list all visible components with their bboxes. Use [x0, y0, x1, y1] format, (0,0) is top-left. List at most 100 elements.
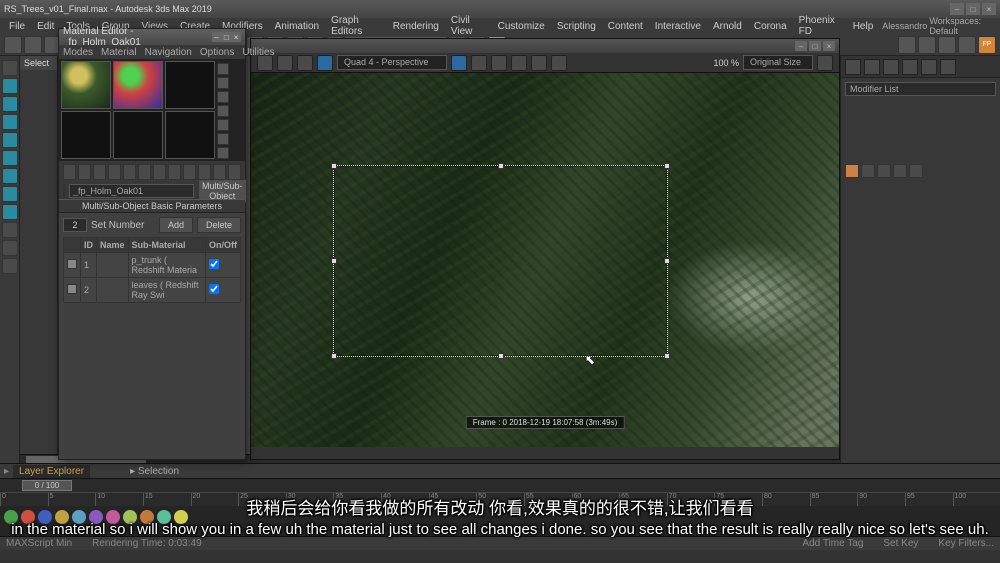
user-name[interactable]: Alessandro: [882, 21, 927, 31]
mono-icon[interactable]: [531, 55, 547, 71]
menu-graph-editors[interactable]: Graph Editors: [326, 14, 386, 38]
utilities-tab[interactable]: [940, 59, 956, 75]
material-editor-titlebar[interactable]: Material Editor - _fp_Holm_Oak01 – □ ×: [59, 29, 245, 45]
rw-minimize-button[interactable]: –: [795, 41, 807, 51]
selection-label[interactable]: Selection: [138, 466, 179, 477]
menu-interactive[interactable]: Interactive: [650, 20, 706, 33]
material-slot-2[interactable]: [113, 61, 163, 109]
me-minimize-button[interactable]: –: [212, 32, 222, 42]
onoff-checkbox[interactable]: [209, 259, 219, 269]
viewport-nav1[interactable]: [918, 36, 936, 54]
material-name-input[interactable]: [69, 184, 194, 198]
render-icon[interactable]: [471, 55, 487, 71]
tool-icon-12[interactable]: [2, 258, 18, 274]
me-menu-options[interactable]: Options: [200, 47, 234, 58]
table-row[interactable]: 1 p_trunk ( Redshift Materia: [64, 253, 241, 278]
col-name[interactable]: Name: [97, 238, 129, 253]
set-key-button[interactable]: Set Key: [883, 538, 918, 549]
material-id-icon[interactable]: [168, 164, 181, 180]
motion-tab[interactable]: [902, 59, 918, 75]
time-slider-thumb[interactable]: 0 / 100: [22, 480, 72, 491]
lock-view-icon[interactable]: [451, 55, 467, 71]
swatch-icon[interactable]: [67, 284, 77, 294]
menu-phoenixfd[interactable]: Phoenix FD: [794, 14, 846, 38]
undo-button[interactable]: [4, 36, 22, 54]
tool-icon-9[interactable]: [2, 204, 18, 220]
me-menu-material[interactable]: Material: [101, 47, 137, 58]
rgba-icon[interactable]: [491, 55, 507, 71]
show-end-result-icon[interactable]: [861, 164, 875, 178]
region-render-icon[interactable]: [317, 55, 333, 71]
tool-icon-8[interactable]: [2, 186, 18, 202]
backlight-icon[interactable]: [217, 77, 229, 89]
minimize-button[interactable]: –: [950, 3, 964, 15]
show-end-result-icon[interactable]: [198, 164, 211, 180]
clone-window-icon[interactable]: [297, 55, 313, 71]
assign-to-selection-icon[interactable]: [93, 164, 106, 180]
display-panel-icon[interactable]: [2, 132, 18, 148]
menu-animation[interactable]: Animation: [270, 20, 324, 33]
onoff-checkbox[interactable]: [209, 284, 219, 294]
rw-maximize-button[interactable]: □: [809, 41, 821, 51]
key-filters-button[interactable]: Key Filters...: [938, 538, 994, 549]
display-tab[interactable]: [921, 59, 937, 75]
me-menu-modes[interactable]: Modes: [63, 47, 93, 58]
tool-icon-11[interactable]: [2, 240, 18, 256]
menu-civil-view[interactable]: Civil View: [446, 14, 491, 38]
size-mode-dropdown[interactable]: Original Size: [743, 55, 813, 70]
menu-arnold[interactable]: Arnold: [708, 20, 747, 33]
create-tab[interactable]: [845, 59, 861, 75]
make-unique-icon[interactable]: [877, 164, 891, 178]
tool-icon-7[interactable]: [2, 168, 18, 184]
zoom-value[interactable]: 100 %: [713, 58, 739, 68]
create-panel-icon[interactable]: [2, 60, 18, 76]
workspace-dropdown[interactable]: Workspaces: Default: [929, 16, 996, 36]
menu-scripting[interactable]: Scripting: [552, 20, 601, 33]
pick-material-icon[interactable]: [63, 183, 65, 199]
viewport-dropdown[interactable]: Quad 4 - Perspective: [337, 55, 447, 70]
material-slot-4[interactable]: [61, 111, 111, 159]
sample-type-icon[interactable]: [217, 63, 229, 75]
render-frame-window[interactable]: – □ × Quad 4 - Perspective 100 % Origina…: [250, 38, 840, 460]
modify-tab[interactable]: [864, 59, 880, 75]
clear-icon[interactable]: [551, 55, 567, 71]
tool-icon-10[interactable]: [2, 222, 18, 238]
show-map-icon[interactable]: [183, 164, 196, 180]
viewport-layout-button[interactable]: [898, 36, 916, 54]
go-parent-icon[interactable]: [213, 164, 226, 180]
remove-modifier-icon[interactable]: [893, 164, 907, 178]
swatch-icon[interactable]: [67, 259, 77, 269]
make-preview-icon[interactable]: [217, 133, 229, 145]
me-close-button[interactable]: ×: [231, 32, 241, 42]
put-to-scene-icon[interactable]: [78, 164, 91, 180]
menu-help[interactable]: Help: [848, 20, 879, 33]
motion-panel-icon[interactable]: [2, 114, 18, 130]
delete-button[interactable]: Delete: [197, 217, 241, 233]
settings-icon[interactable]: [817, 55, 833, 71]
reset-map-icon[interactable]: [108, 164, 121, 180]
add-time-tag-button[interactable]: Add Time Tag: [802, 538, 863, 549]
set-number-input[interactable]: [63, 218, 87, 232]
table-row[interactable]: 2 leaves ( Redshift Ray Swi: [64, 278, 241, 303]
maxscript-label[interactable]: MAXScript Min: [6, 538, 72, 549]
video-check-icon[interactable]: [217, 119, 229, 131]
put-to-library-icon[interactable]: [153, 164, 166, 180]
menu-edit[interactable]: Edit: [32, 20, 59, 33]
time-slider[interactable]: 0 / 100: [0, 478, 1000, 492]
material-slot-3[interactable]: [165, 61, 215, 109]
menu-content[interactable]: Content: [603, 20, 648, 33]
close-button[interactable]: ×: [982, 3, 996, 15]
copy-image-icon[interactable]: [277, 55, 293, 71]
options-icon[interactable]: [217, 147, 229, 159]
material-editor-window[interactable]: Material Editor - _fp_Holm_Oak01 – □ × M…: [58, 28, 246, 460]
modify-panel-icon[interactable]: [2, 78, 18, 94]
menu-customize[interactable]: Customize: [493, 20, 550, 33]
make-unique-icon[interactable]: [138, 164, 151, 180]
menu-rendering[interactable]: Rendering: [388, 20, 444, 33]
me-maximize-button[interactable]: □: [221, 32, 231, 42]
utilities-panel-icon[interactable]: [2, 150, 18, 166]
menu-corona[interactable]: Corona: [749, 20, 792, 33]
make-copy-icon[interactable]: [123, 164, 136, 180]
fp-button[interactable]: FP: [978, 36, 996, 54]
viewport-nav2[interactable]: [938, 36, 956, 54]
